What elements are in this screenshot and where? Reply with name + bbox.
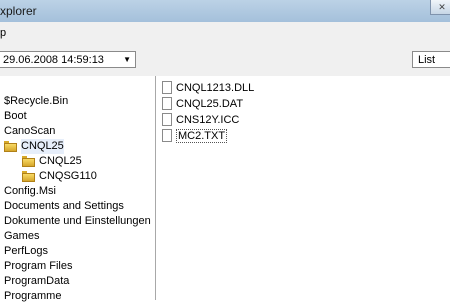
tree-item-label: CNQSG110 — [39, 170, 97, 182]
dat-file-icon — [162, 97, 172, 110]
file-name: CNQL1213.DLL — [176, 82, 255, 94]
dll-file-icon — [162, 81, 172, 94]
tree-item-label: Boot — [4, 110, 27, 122]
tree-item-label: CNQL25 — [21, 139, 64, 154]
date-dropdown[interactable]: 29.06.2008 14:59:13 ▼ — [0, 51, 136, 68]
view-dropdown-value: List — [418, 54, 436, 66]
tree-item-label: Programme — [4, 290, 62, 302]
menu-item-help[interactable]: p — [0, 27, 6, 39]
tree-item-program-files[interactable]: Program Files — [4, 259, 72, 274]
tree-item-programdata[interactable]: ProgramData — [4, 274, 69, 289]
tree-item-boot[interactable]: Boot — [4, 109, 27, 124]
tree-item-programme[interactable]: Programme — [4, 289, 61, 304]
tree-item-label: Config.Msi — [4, 185, 56, 197]
file-name: MC2.TXT — [176, 129, 228, 143]
tree-item-dokumente[interactable]: Dokumente und Einstellungen — [4, 214, 151, 229]
folder-open-icon — [4, 141, 17, 152]
close-icon[interactable]: ✕ — [430, 0, 450, 15]
tree-item-label: Program Files — [4, 260, 73, 272]
tree-item-perflogs[interactable]: PerfLogs — [4, 244, 48, 259]
tree-item-label: PerfLogs — [4, 245, 49, 257]
toolbar: 29.06.2008 14:59:13 ▼ List — [0, 44, 450, 76]
tree-item-documents-and-settings[interactable]: Documents and Settings — [4, 199, 124, 214]
file-list: CNQL1213.DLL CNQL25.DAT CNS12Y.ICC MC2.T… — [158, 76, 450, 300]
txt-file-icon — [162, 129, 172, 142]
folder-icon — [22, 156, 35, 167]
chevron-down-icon: ▼ — [123, 55, 131, 64]
tree-item-label: Games — [4, 230, 40, 242]
tree-item-games[interactable]: Games — [4, 229, 39, 244]
tree-item-label: ProgramData — [4, 275, 70, 287]
tree-item-label: CanoScan — [4, 125, 56, 137]
tree-item-recycle-bin[interactable]: $Recycle.Bin — [4, 94, 68, 109]
tree-item-label: Dokumente und Einstellungen — [4, 215, 151, 227]
menu-bar: p — [0, 22, 450, 44]
tree-item-label: CNQL25 — [39, 155, 82, 167]
tree-item-canoscan[interactable]: CanoScan — [4, 124, 55, 139]
window-title: xplorer — [0, 4, 37, 18]
tree-item-config-msi[interactable]: Config.Msi — [4, 184, 56, 199]
icc-file-icon — [162, 113, 172, 126]
file-name: CNS12Y.ICC — [176, 114, 240, 126]
folder-tree: $Recycle.Bin Boot CanoScan CNQL25 CNQL25… — [0, 76, 156, 302]
title-bar: xplorer ✕ — [0, 0, 450, 22]
folder-icon — [22, 171, 35, 182]
file-name: CNQL25.DAT — [176, 98, 244, 110]
tree-item-label: Documents and Settings — [4, 200, 124, 212]
tree-item-label: $Recycle.Bin — [4, 95, 69, 107]
view-dropdown[interactable]: List — [412, 51, 450, 68]
date-dropdown-value: 29.06.2008 14:59:13 — [3, 54, 104, 66]
